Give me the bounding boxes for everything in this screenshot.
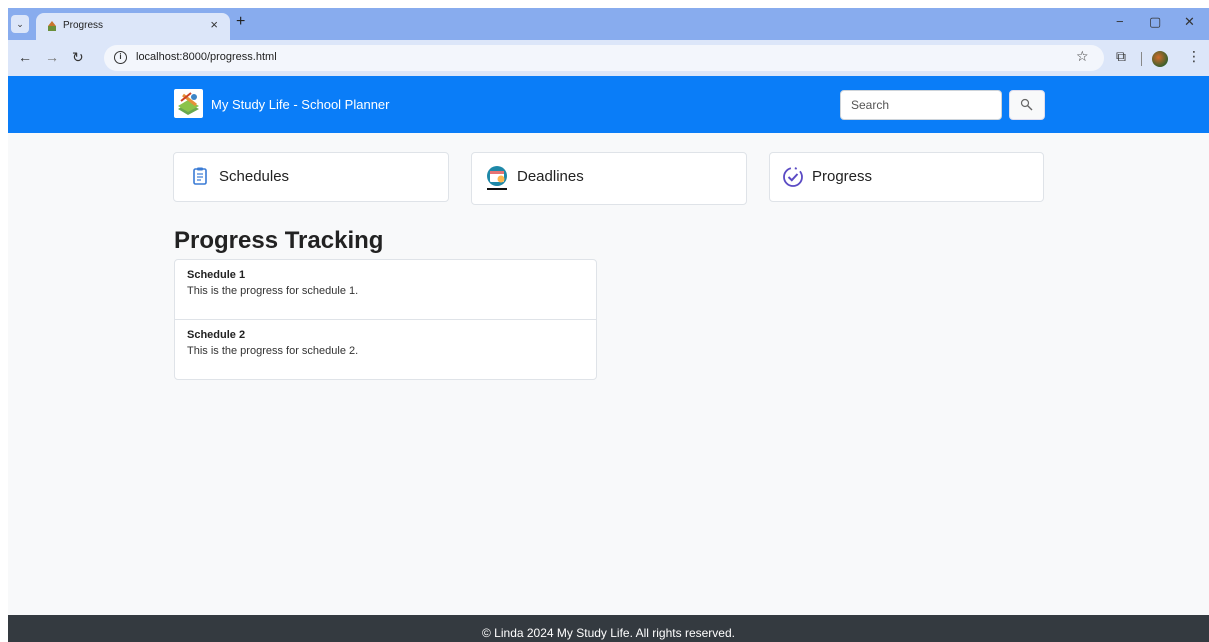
footer: © Linda 2024 My Study Life. All rights r… xyxy=(8,615,1209,642)
browser-toolbar: ← → ↻ i localhost:8000/progress.html xyxy=(8,40,1209,76)
info-icon[interactable]: i xyxy=(114,51,127,64)
favicon-icon xyxy=(46,20,58,32)
tab-title: Progress xyxy=(63,20,104,31)
close-window-icon[interactable]: ✕ xyxy=(1184,14,1195,30)
check-circle-icon xyxy=(782,166,803,187)
card-label-progress: Progress xyxy=(812,168,873,185)
list-item[interactable]: Schedule 2 This is the progress for sche… xyxy=(175,319,596,378)
progress-list: Schedule 1 This is the progress for sche… xyxy=(174,259,597,380)
browser-tab[interactable]: Progress × xyxy=(36,13,230,40)
restore-icon[interactable]: ▢ xyxy=(1149,14,1161,30)
deadlines-card[interactable]: Deadlines xyxy=(471,152,747,205)
url-text: localhost:8000/progress.html xyxy=(136,51,277,63)
bookmark-star-icon[interactable]: ☆ xyxy=(1076,48,1089,65)
item-description: This is the progress for schedule 1. xyxy=(187,285,359,297)
footer-text: © Linda 2024 My Study Life. All rights r… xyxy=(482,626,735,640)
tab-list-button[interactable]: ⌄ xyxy=(11,15,29,33)
schedules-card[interactable]: Schedules xyxy=(173,152,449,202)
item-title: Schedule 1 xyxy=(187,269,246,281)
tab-strip: ⌄ Progress × + − ▢ ✕ xyxy=(8,8,1209,40)
new-tab-icon[interactable]: + xyxy=(236,13,245,31)
list-item[interactable]: Schedule 1 This is the progress for sche… xyxy=(175,260,596,319)
extensions-icon[interactable]: ⧉ xyxy=(1116,48,1126,65)
page-title: Progress Tracking xyxy=(174,227,384,254)
brand-logo-icon[interactable] xyxy=(174,89,203,118)
progress-card[interactable]: Progress xyxy=(769,152,1044,202)
search-button[interactable] xyxy=(1009,90,1045,120)
menu-icon[interactable]: ⋮ xyxy=(1187,48,1201,65)
item-description: This is the progress for schedule 2. xyxy=(187,345,359,357)
card-label-schedules: Schedules xyxy=(219,168,290,185)
reload-icon[interactable]: ↻ xyxy=(72,49,84,66)
clipboard-icon xyxy=(190,166,210,186)
card-label-deadlines: Deadlines xyxy=(517,168,584,185)
brand-title[interactable]: My Study Life - School Planner xyxy=(211,97,389,112)
calendar-clock-icon xyxy=(485,165,509,191)
browser-chrome: ⌄ Progress × + − ▢ ✕ ← → ↻ i localhost:8… xyxy=(8,8,1209,76)
search-input[interactable] xyxy=(840,90,1002,120)
back-icon[interactable]: ← xyxy=(18,49,32,65)
chevron-down-icon: ⌄ xyxy=(16,18,24,29)
item-title: Schedule 2 xyxy=(187,329,246,341)
close-tab-icon[interactable]: × xyxy=(210,17,218,32)
minimize-icon[interactable]: − xyxy=(1116,14,1124,29)
search-icon xyxy=(1020,98,1033,111)
page: My Study Life - School Planner Schedules xyxy=(8,76,1209,642)
profile-avatar[interactable] xyxy=(1152,51,1168,67)
navbar: My Study Life - School Planner xyxy=(8,76,1209,133)
forward-icon[interactable]: → xyxy=(45,49,59,65)
address-bar[interactable]: i localhost:8000/progress.html xyxy=(104,45,1104,71)
toolbar-divider xyxy=(1141,52,1142,66)
